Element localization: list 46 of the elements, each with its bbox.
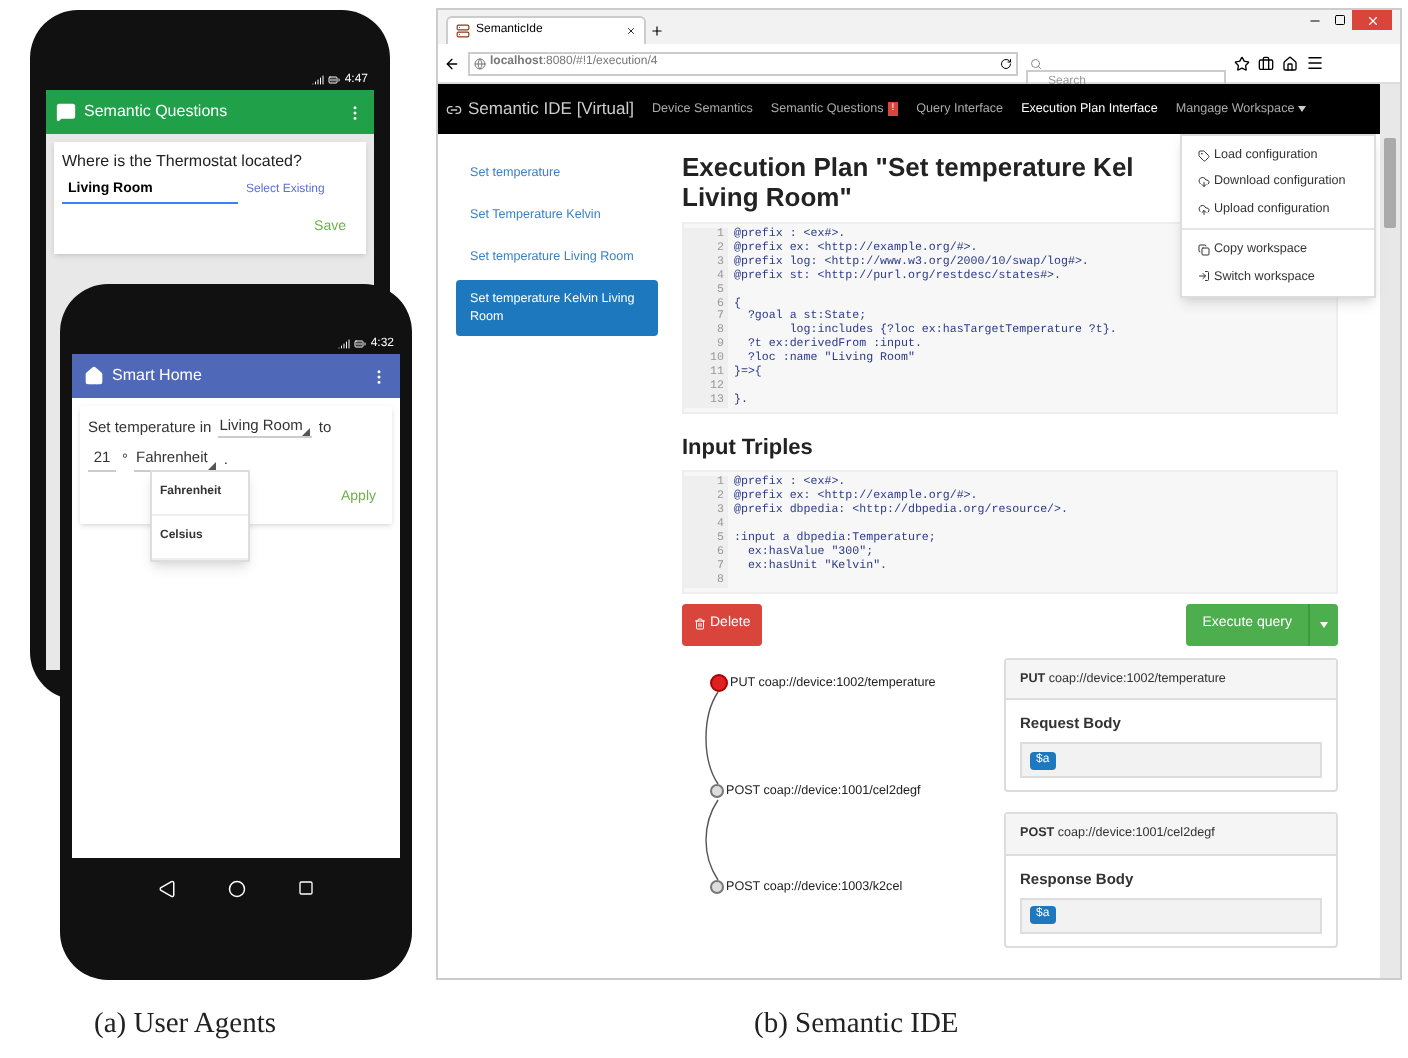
copy-icon [1198, 244, 1210, 257]
home-icon[interactable] [1282, 55, 1298, 71]
battery-icon [354, 338, 367, 350]
home-button-icon[interactable] [228, 879, 246, 897]
figure-caption: (b) Semantic IDE [754, 1006, 959, 1044]
recent-apps-icon[interactable] [298, 880, 314, 896]
cloud-upload-icon [1198, 203, 1210, 216]
briefcase-icon[interactable] [1258, 55, 1274, 71]
link-icon [446, 101, 462, 117]
chat-icon [56, 102, 76, 122]
close-icon [1365, 13, 1379, 27]
connector-line [705, 690, 719, 784]
server-icon [456, 24, 470, 38]
bookmark-star-icon[interactable] [1234, 55, 1250, 71]
code-editor[interactable] [682, 222, 1338, 414]
scrollbar[interactable] [1380, 84, 1400, 978]
brand-title[interactable]: Semantic IDE [Virtual] [468, 96, 634, 122]
page-heading: Execution Plan "Set temperature Kel Living Room" [682, 152, 1134, 212]
signal-icon [312, 74, 325, 86]
section-heading: Input Triples [682, 433, 815, 464]
reload-icon[interactable] [1000, 57, 1012, 69]
back-icon[interactable] [444, 55, 460, 71]
signal-icon [338, 338, 351, 350]
graph-node[interactable] [710, 879, 724, 894]
figure-caption: (a) User Agents [94, 1006, 279, 1044]
maximize-icon[interactable] [1334, 14, 1346, 26]
dropdown-corner-icon [302, 428, 311, 437]
app-title: Semantic Questions [84, 100, 230, 124]
menu-icon[interactable] [1306, 54, 1324, 72]
app-title: Smart Home [112, 364, 204, 388]
trash-icon [694, 618, 706, 631]
graph-node[interactable] [710, 783, 724, 798]
home-icon [84, 366, 104, 386]
sign-in-icon [1198, 270, 1210, 283]
connector-line [705, 798, 719, 880]
caret-icon [1320, 621, 1328, 628]
cloud-download-icon [1198, 176, 1210, 189]
dropdown-corner-icon [207, 461, 216, 469]
question-text: Where is the Thermostat located? [62, 150, 304, 174]
battery-icon [328, 74, 341, 86]
back-icon[interactable] [158, 879, 176, 897]
tag-icon [1198, 149, 1210, 162]
new-tab-icon[interactable] [650, 24, 664, 38]
search-icon [1030, 57, 1042, 69]
graph-node[interactable] [710, 673, 728, 692]
globe-icon [474, 57, 486, 69]
